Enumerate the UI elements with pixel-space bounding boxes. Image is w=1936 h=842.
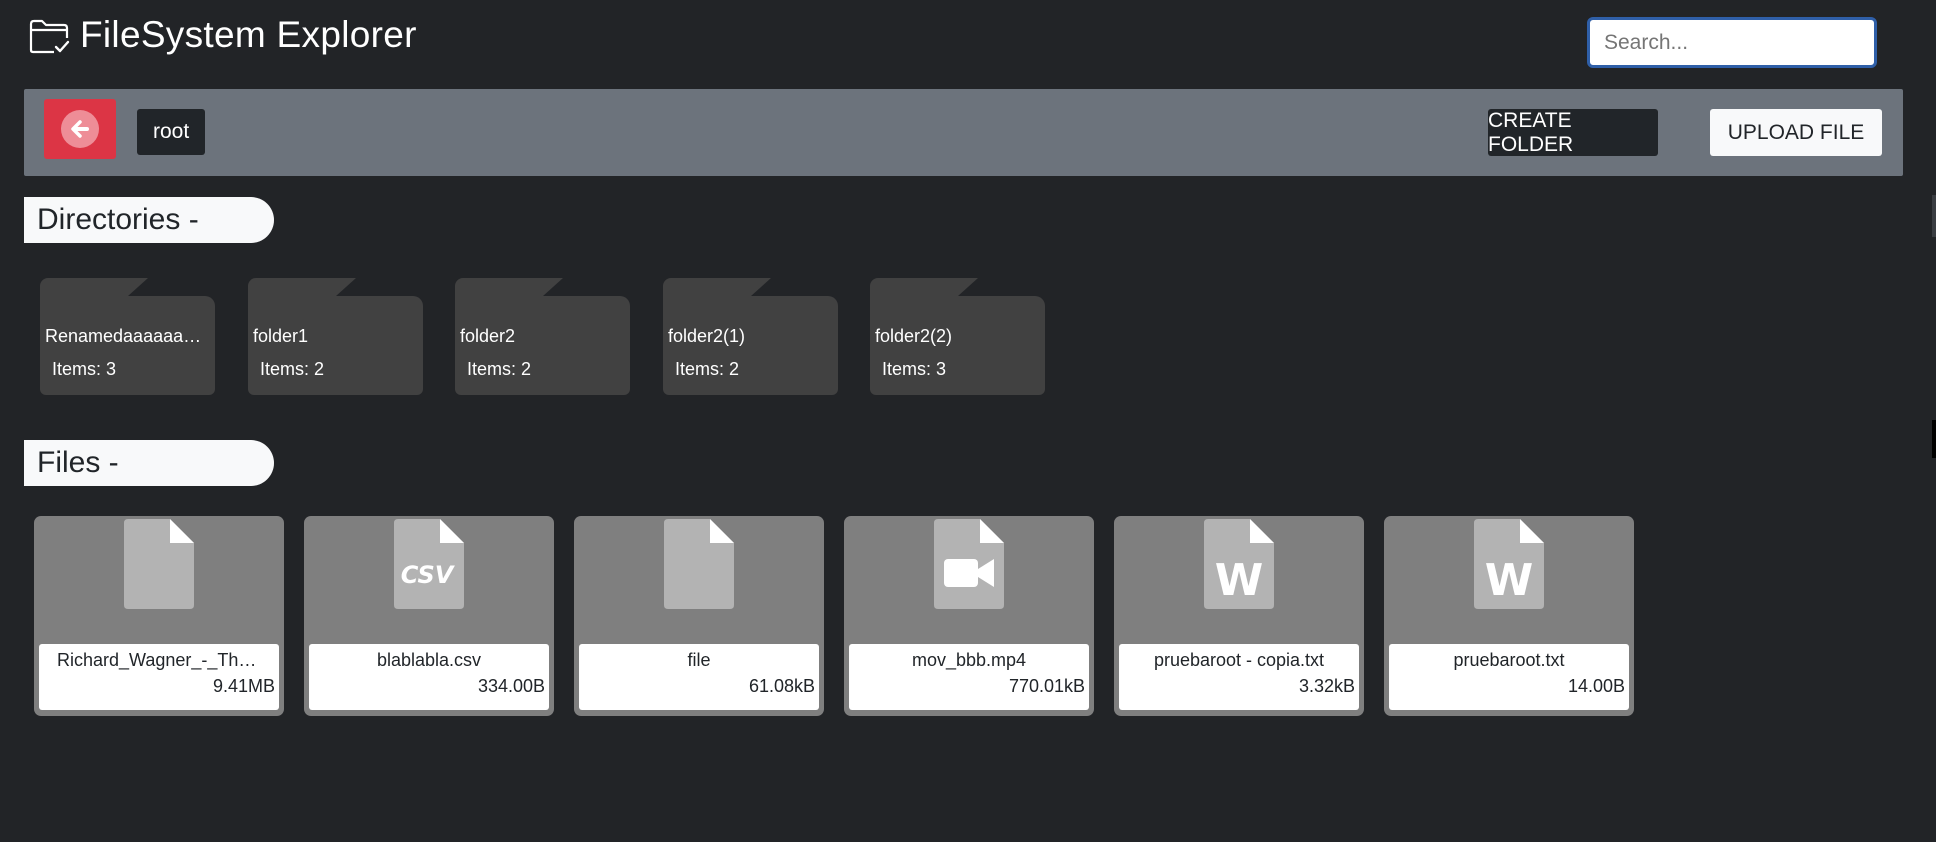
file-word-icon: W (1474, 519, 1544, 609)
file-name: pruebaroot - copia.txt (1153, 650, 1325, 670)
folder-item[interactable]: folder2(2) Items: 3 (870, 278, 1045, 395)
file-name: mov_bbb.mp4 (911, 650, 1027, 670)
folder-item[interactable]: folder2(1) Items: 2 (663, 278, 838, 395)
toolbar: root CREATE FOLDER UPLOAD FILE (24, 89, 1903, 176)
file-size: 334.00B (477, 676, 545, 696)
app-title-group: FileSystem Explorer (28, 14, 417, 56)
folder-item-count: Items: 2 (675, 359, 740, 379)
files-heading: Files - (24, 440, 274, 486)
create-folder-button[interactable]: CREATE FOLDER (1488, 109, 1658, 156)
file-size: 3.32kB (1298, 676, 1355, 696)
folder-item-count: Items: 3 (882, 359, 947, 379)
file-name: blablabla.csv (376, 650, 482, 670)
folder-item-count: Items: 2 (467, 359, 532, 379)
file-size: 9.41MB (212, 676, 275, 696)
file-name: pruebaroot.txt (1453, 650, 1565, 670)
file-card[interactable]: W pruebaroot - copia.txt 3.32kB (1114, 516, 1364, 716)
folder-item-count: Items: 3 (52, 359, 117, 379)
breadcrumb-root[interactable]: root (137, 109, 206, 155)
arrow-left-circle-icon (61, 110, 99, 148)
folder-name: folder2 (460, 326, 516, 346)
search-input[interactable] (1587, 17, 1877, 68)
file-explorer-app: FileSystem Explorer root CREATE FOLDER U… (0, 0, 1936, 842)
scrollbar-thumb[interactable] (1932, 195, 1936, 237)
folder-check-icon (28, 14, 70, 56)
file-name: Richard_Wagner_-_The_Ride (57, 650, 279, 670)
svg-text:W: W (1485, 555, 1534, 606)
file-csv-icon: CSV (394, 519, 464, 609)
header: FileSystem Explorer (0, 0, 1936, 88)
file-video-icon (934, 519, 1004, 609)
folder-name: folder1 (253, 326, 309, 346)
scrollbar-marker (1932, 420, 1936, 458)
file-card[interactable]: CSV blablabla.csv 334.00B (304, 516, 554, 716)
file-card[interactable]: mov_bbb.mp4 770.01kB (844, 516, 1094, 716)
file-name: file (687, 650, 711, 670)
file-card[interactable]: Richard_Wagner_-_The_Ride 9.41MB (34, 516, 284, 716)
folder-name: folder2(2) (875, 326, 953, 346)
file-word-icon: W (1204, 519, 1274, 609)
folder-name: folder2(1) (668, 326, 746, 346)
upload-file-button[interactable]: UPLOAD FILE (1710, 109, 1882, 156)
back-button[interactable] (44, 99, 116, 159)
file-icon (124, 519, 194, 609)
folder-item-count: Items: 2 (260, 359, 325, 379)
directories-heading: Directories - (24, 197, 274, 243)
folder-item[interactable]: folder1 Items: 2 (248, 278, 423, 395)
file-card[interactable]: file 61.08kB (574, 516, 824, 716)
file-size: 14.00B (1567, 676, 1625, 696)
folder-item[interactable]: Renamedaaaaaaaaa Items: 3 (40, 278, 215, 395)
file-size: 61.08kB (748, 676, 815, 696)
svg-text:CSV: CSV (401, 561, 456, 589)
folder-name: Renamedaaaaaaaaa (45, 326, 211, 346)
app-title: FileSystem Explorer (80, 14, 417, 55)
file-card[interactable]: W pruebaroot.txt 14.00B (1384, 516, 1634, 716)
folder-item[interactable]: folder2 Items: 2 (455, 278, 630, 395)
file-size: 770.01kB (1008, 676, 1085, 696)
svg-text:W: W (1215, 555, 1264, 606)
file-icon (664, 519, 734, 609)
